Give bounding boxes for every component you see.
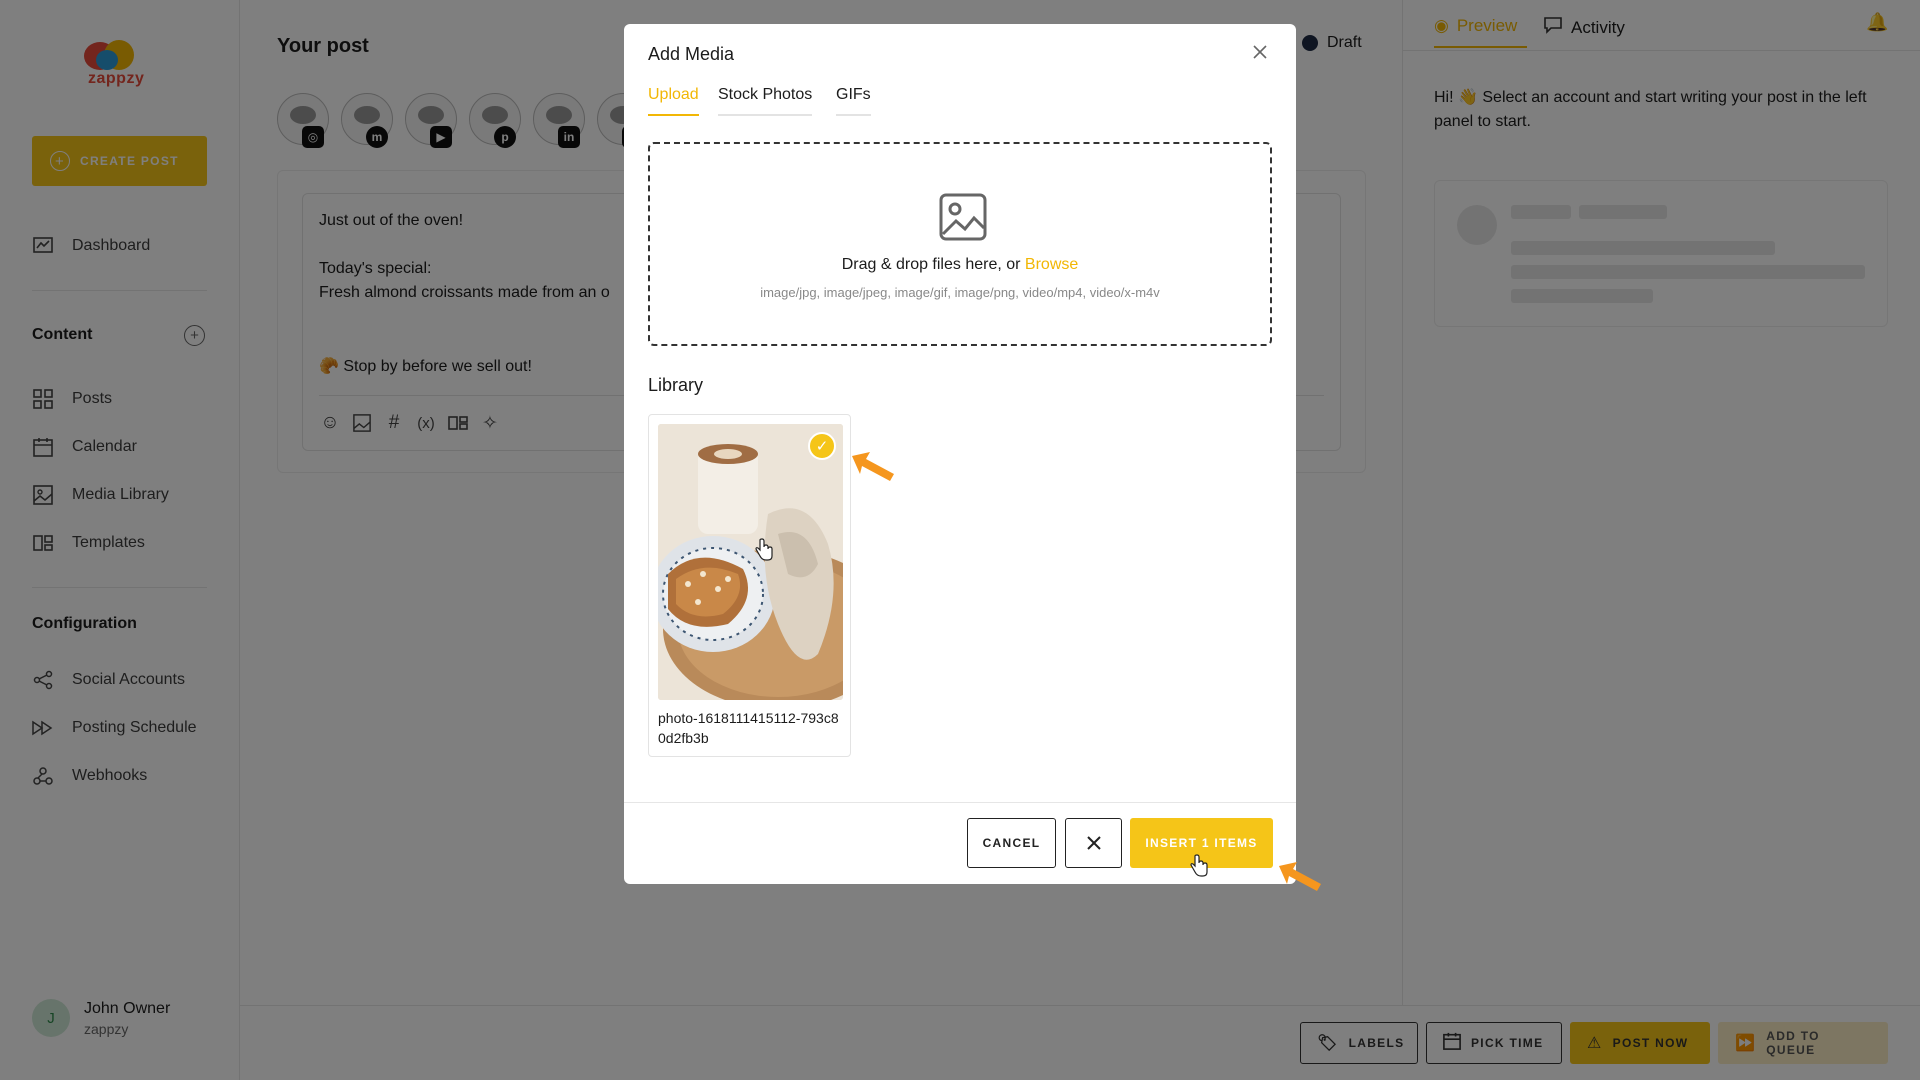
media-thumbnail[interactable]: ✓ xyxy=(658,424,843,700)
add-media-modal: Add Media Upload Stock Photos GIFs Drag … xyxy=(624,24,1296,884)
media-filename: photo-1618111415112-793c80d2fb3b xyxy=(658,710,839,746)
browse-link[interactable]: Browse xyxy=(1025,256,1078,273)
tab-upload[interactable]: Upload xyxy=(648,86,699,116)
tab-gifs[interactable]: GIFs xyxy=(836,86,871,116)
annotation-arrow-icon xyxy=(1279,862,1321,891)
clear-selection-button[interactable] xyxy=(1065,818,1122,868)
accepted-file-types: image/jpg, image/jpeg, image/gif, image/… xyxy=(760,285,1160,300)
library-heading: Library xyxy=(648,375,704,395)
image-placeholder-icon xyxy=(938,192,988,242)
dropzone-instruction: Drag & drop files here, or xyxy=(841,256,1025,273)
tab-stock-photos[interactable]: Stock Photos xyxy=(718,86,813,116)
dropzone-text: Drag & drop files here, or Browse xyxy=(650,256,1270,274)
library-item[interactable]: ✓ photo-1618111415112-793c80d2fb3b xyxy=(648,414,851,757)
modal-title: Add Media xyxy=(648,44,735,64)
upload-dropzone[interactable]: Drag & drop files here, or Browse image/… xyxy=(648,142,1272,346)
annotation-arrow-icon xyxy=(852,452,894,481)
selected-check-icon[interactable]: ✓ xyxy=(808,432,836,460)
cancel-button[interactable]: CANCEL xyxy=(967,818,1056,868)
close-icon[interactable] xyxy=(1248,40,1272,64)
hand-cursor-icon xyxy=(1190,854,1208,877)
divider xyxy=(624,802,1296,803)
hand-cursor-icon xyxy=(755,538,773,561)
